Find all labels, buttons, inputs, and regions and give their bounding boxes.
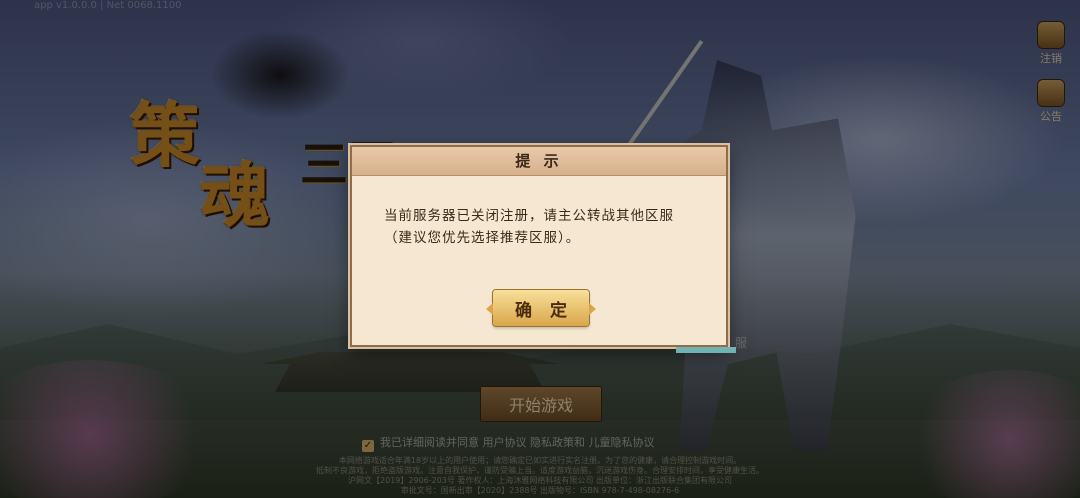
arrow-right-icon	[589, 303, 596, 315]
confirm-button[interactable]: 确 定	[486, 290, 596, 326]
arrow-left-icon	[486, 303, 493, 315]
dialog-title: 提 示	[515, 152, 563, 170]
dialog-header: 提 示	[352, 147, 726, 176]
dialog-message: 当前服务器已关闭注册，请主公转战其他区服（建议您优先选择推荐区服）。	[384, 208, 674, 246]
confirm-label: 确 定	[515, 300, 573, 321]
notice-dialog: 提 示 当前服务器已关闭注册，请主公转战其他区服（建议您优先选择推荐区服）。 确…	[350, 145, 736, 353]
